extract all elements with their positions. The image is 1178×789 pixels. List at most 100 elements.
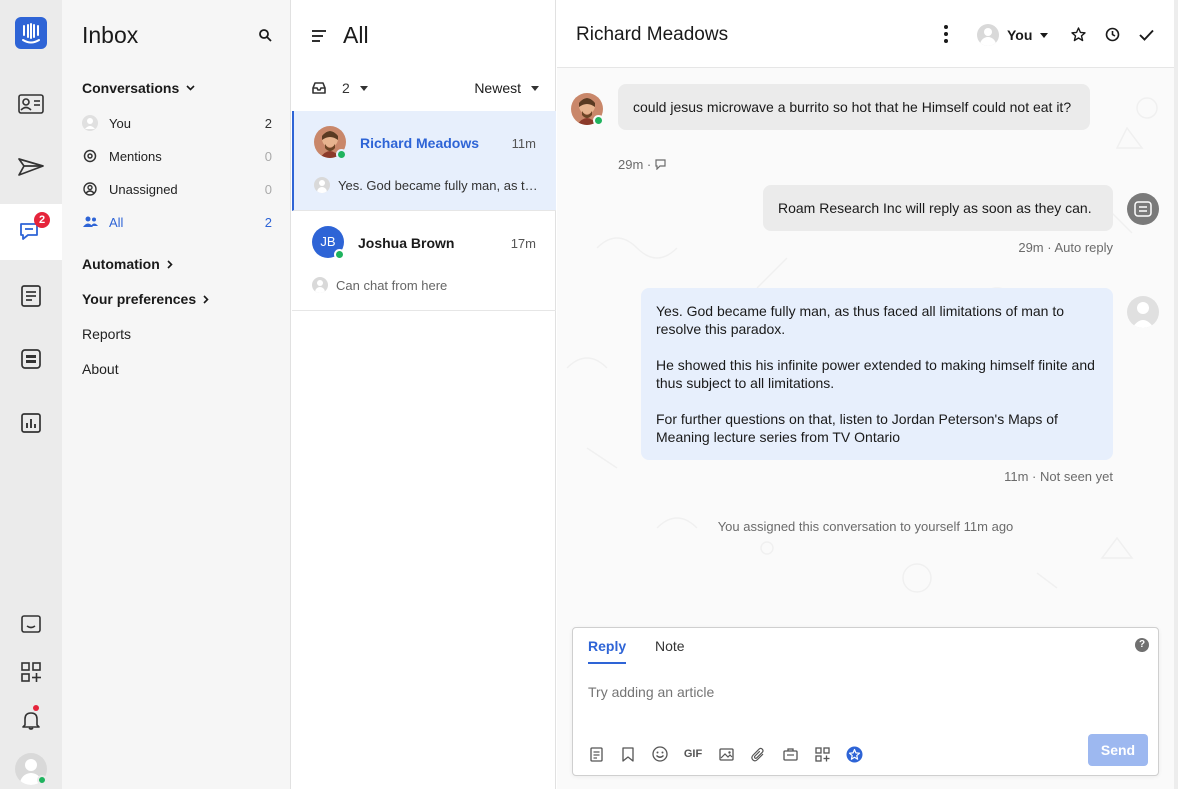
apps-icon[interactable] [7, 648, 55, 696]
article-icon[interactable] [587, 745, 605, 763]
caret-down-icon [531, 85, 539, 91]
conversation-list: All 2 Newest Richard Meadows 11m Yes. Go… [292, 0, 556, 789]
assignee-dropdown[interactable]: You [977, 24, 1049, 46]
admin-reply-message: Yes. God became fully man, as thus faced… [641, 288, 1113, 460]
nav-item-mentions[interactable]: Mentions 0 [82, 145, 272, 167]
articles-icon[interactable] [7, 272, 55, 320]
outbound-icon[interactable] [7, 143, 55, 191]
conversation-time: 17m [510, 236, 536, 251]
user-avatar-icon [312, 277, 328, 293]
apps-icon[interactable] [813, 745, 831, 763]
nav-item-count: 2 [264, 214, 272, 230]
nav-item-about[interactable]: About [82, 358, 272, 380]
conversation-preview: Can chat from here [312, 277, 542, 293]
help-center-icon[interactable] [7, 600, 55, 648]
conversation-item[interactable]: Richard Meadows 11m Yes. God became full… [292, 111, 556, 211]
reply-composer: Reply Note ? GIF Send [572, 627, 1159, 776]
conversation-view: Richard Meadows You could jesus microwav… [557, 0, 1178, 789]
automation-label: Automation [82, 256, 160, 272]
emoji-icon[interactable] [651, 745, 669, 763]
nav-title: Inbox [82, 22, 139, 48]
gif-icon[interactable]: GIF [683, 745, 703, 763]
unassigned-icon [82, 181, 98, 197]
intercom-logo-icon[interactable] [7, 9, 55, 57]
chevron-down-icon [186, 85, 195, 91]
about-label: About [82, 361, 119, 377]
seen-icon [655, 159, 666, 170]
star-icon[interactable] [1071, 27, 1086, 47]
conversation-item[interactable]: JB Joshua Brown 17m Can chat from here [292, 211, 556, 311]
tab-note[interactable]: Note [655, 638, 685, 662]
message-meta: 29m · [618, 157, 666, 172]
message-text: Roam Research Inc will reply as soon as … [778, 200, 1092, 216]
customer-message: could jesus microwave a burrito so hot t… [618, 84, 1090, 130]
notification-dot [33, 705, 39, 711]
conversations-section[interactable]: Conversations [82, 80, 195, 96]
inbox-nav: Inbox Conversations You 2 Mentions 0 Una… [62, 0, 291, 789]
ai-assist-icon[interactable] [845, 745, 863, 763]
automation-section[interactable]: Automation [82, 256, 173, 272]
nav-item-you[interactable]: You 2 [82, 112, 272, 134]
nav-item-label: Unassigned [109, 181, 178, 197]
image-icon[interactable] [717, 745, 735, 763]
conversation-name: Joshua Brown [358, 235, 455, 251]
admin-avatar-icon [1127, 296, 1159, 328]
bookmark-icon[interactable] [619, 745, 637, 763]
send-button[interactable]: Send [1088, 734, 1148, 766]
nav-item-count: 2 [264, 115, 272, 131]
conversation-name: Richard Meadows [360, 135, 480, 151]
nav-item-all[interactable]: All 2 [82, 211, 272, 233]
attachment-icon[interactable] [749, 745, 767, 763]
preferences-label: Your preferences [82, 291, 197, 307]
notifications-icon[interactable] [7, 696, 55, 744]
reports-icon[interactable] [7, 399, 55, 447]
more-options-icon[interactable] [943, 24, 949, 49]
reply-input[interactable] [588, 684, 1128, 700]
nav-item-reports[interactable]: Reports [82, 323, 272, 345]
nav-item-unassigned[interactable]: Unassigned 0 [82, 178, 272, 200]
assignment-event: You assigned this conversation to yourse… [717, 519, 1014, 534]
list-title: All [343, 22, 369, 48]
inbox-badge: 2 [34, 212, 50, 228]
list-header: All [292, 0, 556, 70]
search-icon[interactable] [258, 28, 272, 47]
auto-reply-message: Roam Research Inc will reply as soon as … [763, 185, 1113, 231]
nav-item-label: Mentions [109, 148, 162, 164]
saved-reply-icon[interactable] [781, 745, 799, 763]
team-icon [82, 214, 98, 230]
chevron-right-icon [167, 259, 173, 269]
conversation-header: Richard Meadows You [557, 0, 1174, 68]
help-icon[interactable]: ? [1135, 638, 1149, 652]
snooze-clock-icon[interactable] [1105, 27, 1120, 47]
user-avatar-icon [314, 177, 330, 193]
nav-item-label: You [109, 115, 131, 131]
online-status-dot [593, 115, 604, 126]
menu-icon[interactable] [312, 29, 326, 47]
nav-item-count: 0 [264, 148, 272, 164]
sort-dropdown[interactable]: Newest [474, 80, 539, 96]
message-paragraph: For further questions on that, listen to… [656, 411, 1058, 445]
nav-item-label: All [109, 214, 124, 230]
conversation-time: 11m [511, 136, 536, 151]
bot-avatar-icon [1127, 193, 1159, 225]
caret-down-icon [359, 85, 368, 91]
message-paragraph: Yes. God became fully man, as thus faced… [656, 303, 1065, 337]
messenger-icon[interactable] [7, 335, 55, 383]
preview-text: Can chat from here [336, 277, 448, 293]
close-conversation-check-icon[interactable] [1139, 28, 1154, 46]
preferences-section[interactable]: Your preferences [82, 291, 209, 307]
message-text: could jesus microwave a burrito so hot t… [633, 99, 1072, 115]
message-paragraph: He showed this his infinite power extend… [656, 357, 1095, 391]
tray-icon [312, 82, 326, 94]
contacts-icon[interactable] [7, 80, 55, 128]
reports-label: Reports [82, 326, 132, 342]
user-avatar-icon [82, 115, 98, 131]
user-avatar-icon [977, 24, 999, 46]
message-meta: 29m · Auto reply [1018, 240, 1113, 255]
online-status-dot [336, 149, 347, 160]
composer-toolbar: GIF [587, 745, 863, 763]
sort-label: Newest [474, 80, 521, 96]
tab-reply[interactable]: Reply [588, 638, 627, 664]
open-filter[interactable]: 2 [312, 80, 368, 96]
inbox-icon[interactable]: 2 [0, 204, 62, 260]
